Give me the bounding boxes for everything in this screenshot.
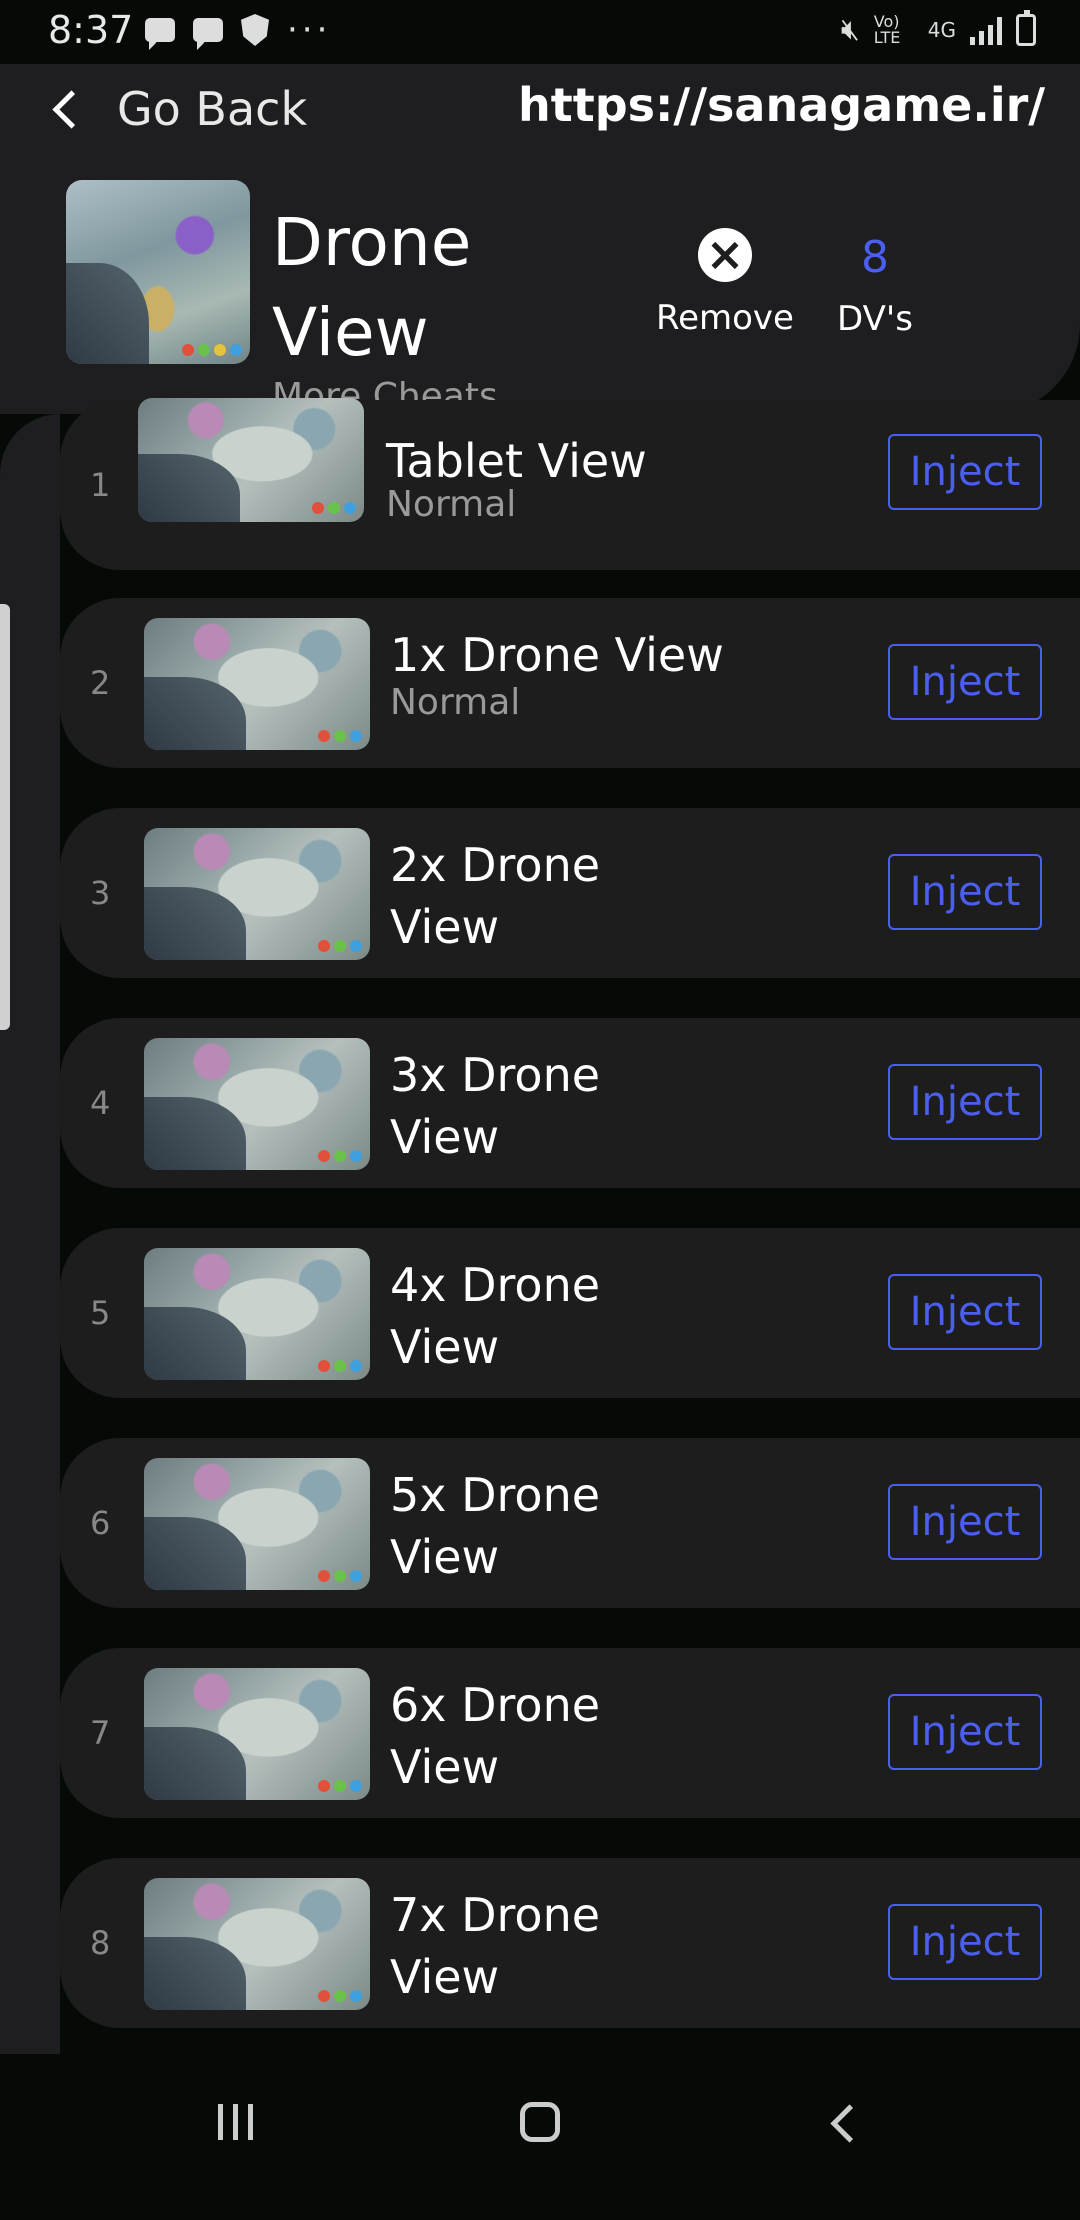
remove-label: Remove <box>656 298 794 338</box>
inject-button[interactable]: Inject <box>888 1694 1042 1770</box>
inject-button[interactable]: Inject <box>888 1274 1042 1350</box>
item-number: 7 <box>90 1714 111 1752</box>
status-bar: 8:37 ··· 🔇︎ Vo) LTE 4G <box>0 0 1080 64</box>
list-item: 4 3x Drone View Inject <box>60 1018 1080 1188</box>
remove-button[interactable]: × Remove <box>650 228 800 338</box>
list-item: 7 6x Drone View Inject <box>60 1648 1080 1818</box>
inject-button[interactable]: Inject <box>888 1484 1042 1560</box>
list-item: 8 7x Drone View Inject <box>60 1858 1080 2028</box>
list-item: 3 2x Drone View Inject <box>60 808 1080 978</box>
item-thumbnail <box>144 1878 370 2010</box>
item-thumbnail <box>138 398 364 522</box>
item-thumbnail <box>144 1668 370 1800</box>
dv-count-value: 8 <box>861 232 889 283</box>
edge-panel-handle[interactable] <box>0 604 10 1030</box>
item-title: 2x Drone View <box>390 838 601 954</box>
list-item: 1 Tablet View Normal Inject <box>60 398 1080 570</box>
chevron-left-icon <box>52 89 91 129</box>
inject-button[interactable]: Inject <box>888 434 1042 510</box>
more-dots-icon: ··· <box>287 10 332 50</box>
inject-button[interactable]: Inject <box>888 854 1042 930</box>
site-url: https://sanagame.ir/ <box>518 78 1046 132</box>
shield-icon <box>241 14 269 46</box>
volte-icon: Vo) LTE <box>873 11 901 47</box>
item-subtitle: Normal <box>386 484 517 525</box>
signal-icon <box>970 15 1002 45</box>
item-title: 3x Drone View <box>390 1048 601 1164</box>
inject-button[interactable]: Inject <box>888 644 1042 720</box>
list-item: 5 4x Drone View Inject <box>60 1228 1080 1398</box>
item-title: 6x Drone View <box>390 1678 601 1794</box>
item-title: 7x Drone View <box>390 1888 601 2004</box>
message-icon <box>193 18 223 50</box>
item-number: 2 <box>90 664 111 702</box>
battery-icon <box>1016 9 1036 46</box>
dv-count: 8 DV's <box>820 232 930 339</box>
item-title: 4x Drone View <box>390 1258 601 1374</box>
item-subtitle: Normal <box>390 682 521 723</box>
mute-icon: 🔇︎ <box>840 12 860 47</box>
hero-thumbnail <box>66 180 250 364</box>
item-thumbnail <box>144 1248 370 1380</box>
dv-count-label: DV's <box>837 299 913 339</box>
item-thumbnail <box>144 1038 370 1170</box>
list-item: 6 5x Drone View Inject <box>60 1438 1080 1608</box>
item-title: 5x Drone View <box>390 1468 601 1584</box>
4g-icon: 4G <box>927 17 956 42</box>
go-back-button[interactable]: Go Back <box>50 82 307 136</box>
go-back-label: Go Back <box>117 82 308 136</box>
status-time: 8:37 <box>48 8 134 52</box>
close-circle-icon: × <box>698 228 752 282</box>
message-icon <box>145 18 175 50</box>
system-icons: 🔇︎ Vo) LTE 4G <box>840 9 1036 47</box>
item-number: 5 <box>90 1294 111 1332</box>
item-number: 4 <box>90 1084 111 1122</box>
recents-icon[interactable] <box>218 2104 253 2140</box>
item-title: Tablet View <box>386 434 647 488</box>
item-number: 6 <box>90 1504 111 1542</box>
notification-icons: ··· <box>145 10 332 50</box>
item-number: 8 <box>90 1924 111 1962</box>
item-title: 1x Drone View <box>390 628 724 682</box>
item-thumbnail <box>144 1458 370 1590</box>
back-icon[interactable] <box>830 2104 869 2143</box>
inject-button[interactable]: Inject <box>888 1064 1042 1140</box>
item-thumbnail <box>144 828 370 960</box>
navigation-bar <box>0 2054 1080 2220</box>
inject-button[interactable]: Inject <box>888 1904 1042 1980</box>
list-item: 2 1x Drone View Normal Inject <box>60 598 1080 768</box>
item-thumbnail <box>144 618 370 750</box>
page-title: Drone View <box>272 204 472 371</box>
home-icon[interactable] <box>520 2102 560 2142</box>
item-number: 3 <box>90 874 111 912</box>
item-number: 1 <box>90 466 111 504</box>
